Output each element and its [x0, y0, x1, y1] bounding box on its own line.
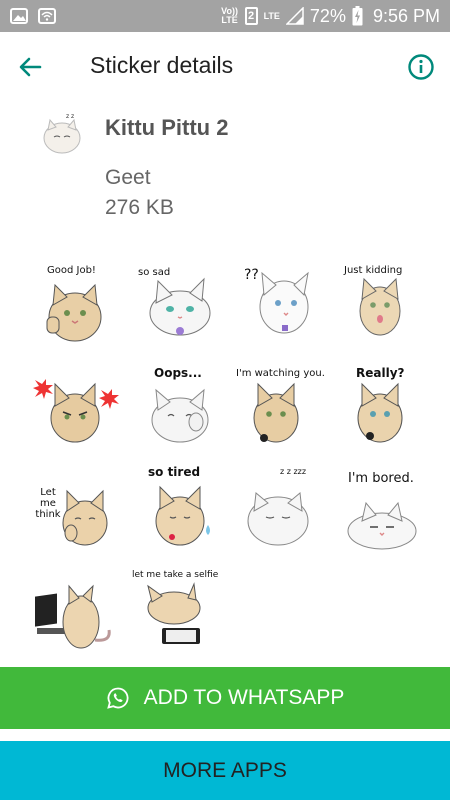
add-to-whatsapp-button[interactable]: ADD TO WHATSAPP: [0, 667, 450, 729]
sticker-caption: z z zzz: [280, 467, 307, 476]
app-bar: Sticker details: [0, 32, 450, 102]
sticker-item[interactable]: Just kidding: [330, 255, 430, 355]
cat-sticker-image: [33, 379, 119, 443]
more-apps-button[interactable]: MORE APPS: [0, 741, 450, 800]
whatsapp-icon: [106, 687, 129, 709]
signal-icon: [285, 7, 304, 25]
sticker-caption: let me take a selfie: [132, 570, 219, 580]
sticker-item[interactable]: let me take a selfie: [128, 570, 228, 670]
sticker-item[interactable]: z z zzz: [228, 465, 328, 565]
sticker-caption: Just kidding: [344, 265, 403, 276]
sticker-item[interactable]: Let me think: [25, 465, 125, 565]
sticker-item[interactable]: [25, 360, 125, 460]
sticker-item[interactable]: so tired: [128, 465, 228, 565]
clock: 9:56 PM: [372, 5, 440, 26]
cat-sticker-image: [155, 485, 210, 546]
sim-indicator: 2: [244, 7, 258, 25]
sticker-item[interactable]: Oops...: [128, 360, 228, 460]
battery-percent: 72%: [309, 5, 346, 26]
sticker-caption: ??: [244, 267, 259, 283]
sticker-caption: so sad: [138, 267, 171, 278]
sticker-caption: Good Job!: [47, 265, 96, 276]
add-button-label: ADD TO WHATSAPP: [143, 686, 345, 709]
info-icon[interactable]: [407, 53, 435, 81]
back-arrow-icon[interactable]: [16, 53, 44, 81]
sticker-caption: I'm bored.: [348, 471, 414, 486]
battery-charging-icon: [352, 6, 363, 26]
sticker-caption: Let me think: [35, 487, 61, 520]
volte-indicator: Vo)) LTE: [221, 6, 238, 25]
gallery-icon: [10, 8, 28, 24]
wifi-status-icon: [38, 8, 56, 24]
sticker-item[interactable]: I'm watching you.: [228, 360, 328, 460]
more-apps-label: MORE APPS: [163, 758, 287, 782]
sticker-item[interactable]: I'm bored.: [330, 465, 430, 565]
sticker-caption: Oops...: [154, 366, 202, 380]
sticker-caption: Really?: [356, 366, 405, 380]
cat-laptop-sticker-image: [35, 584, 111, 649]
sticker-item[interactable]: Really?: [330, 360, 430, 460]
cat-selfie-sticker-image: [147, 582, 201, 644]
cat-sticker-image: [259, 271, 309, 334]
sticker-item[interactable]: ??: [228, 255, 328, 355]
sticker-caption: so tired: [148, 465, 201, 479]
svg-text:z z: z z: [66, 113, 74, 120]
page-title: Sticker details: [90, 52, 234, 78]
status-bar: Vo)) LTE 2 LTE 72% 9:56 PM: [0, 0, 450, 32]
cat-sticker-image: [247, 492, 309, 546]
pack-name: Kittu Pittu 2: [105, 115, 229, 140]
pack-tray-icon: z z: [43, 113, 81, 154]
sticker-item[interactable]: [25, 570, 125, 670]
sticker-item[interactable]: Good Job!: [25, 255, 125, 355]
pack-size: 276 KB: [105, 196, 174, 219]
sticker-caption: I'm watching you.: [236, 368, 325, 379]
sticker-item[interactable]: so sad: [128, 255, 228, 355]
pack-author: Geet: [105, 166, 151, 189]
lte-indicator: LTE: [263, 10, 280, 21]
